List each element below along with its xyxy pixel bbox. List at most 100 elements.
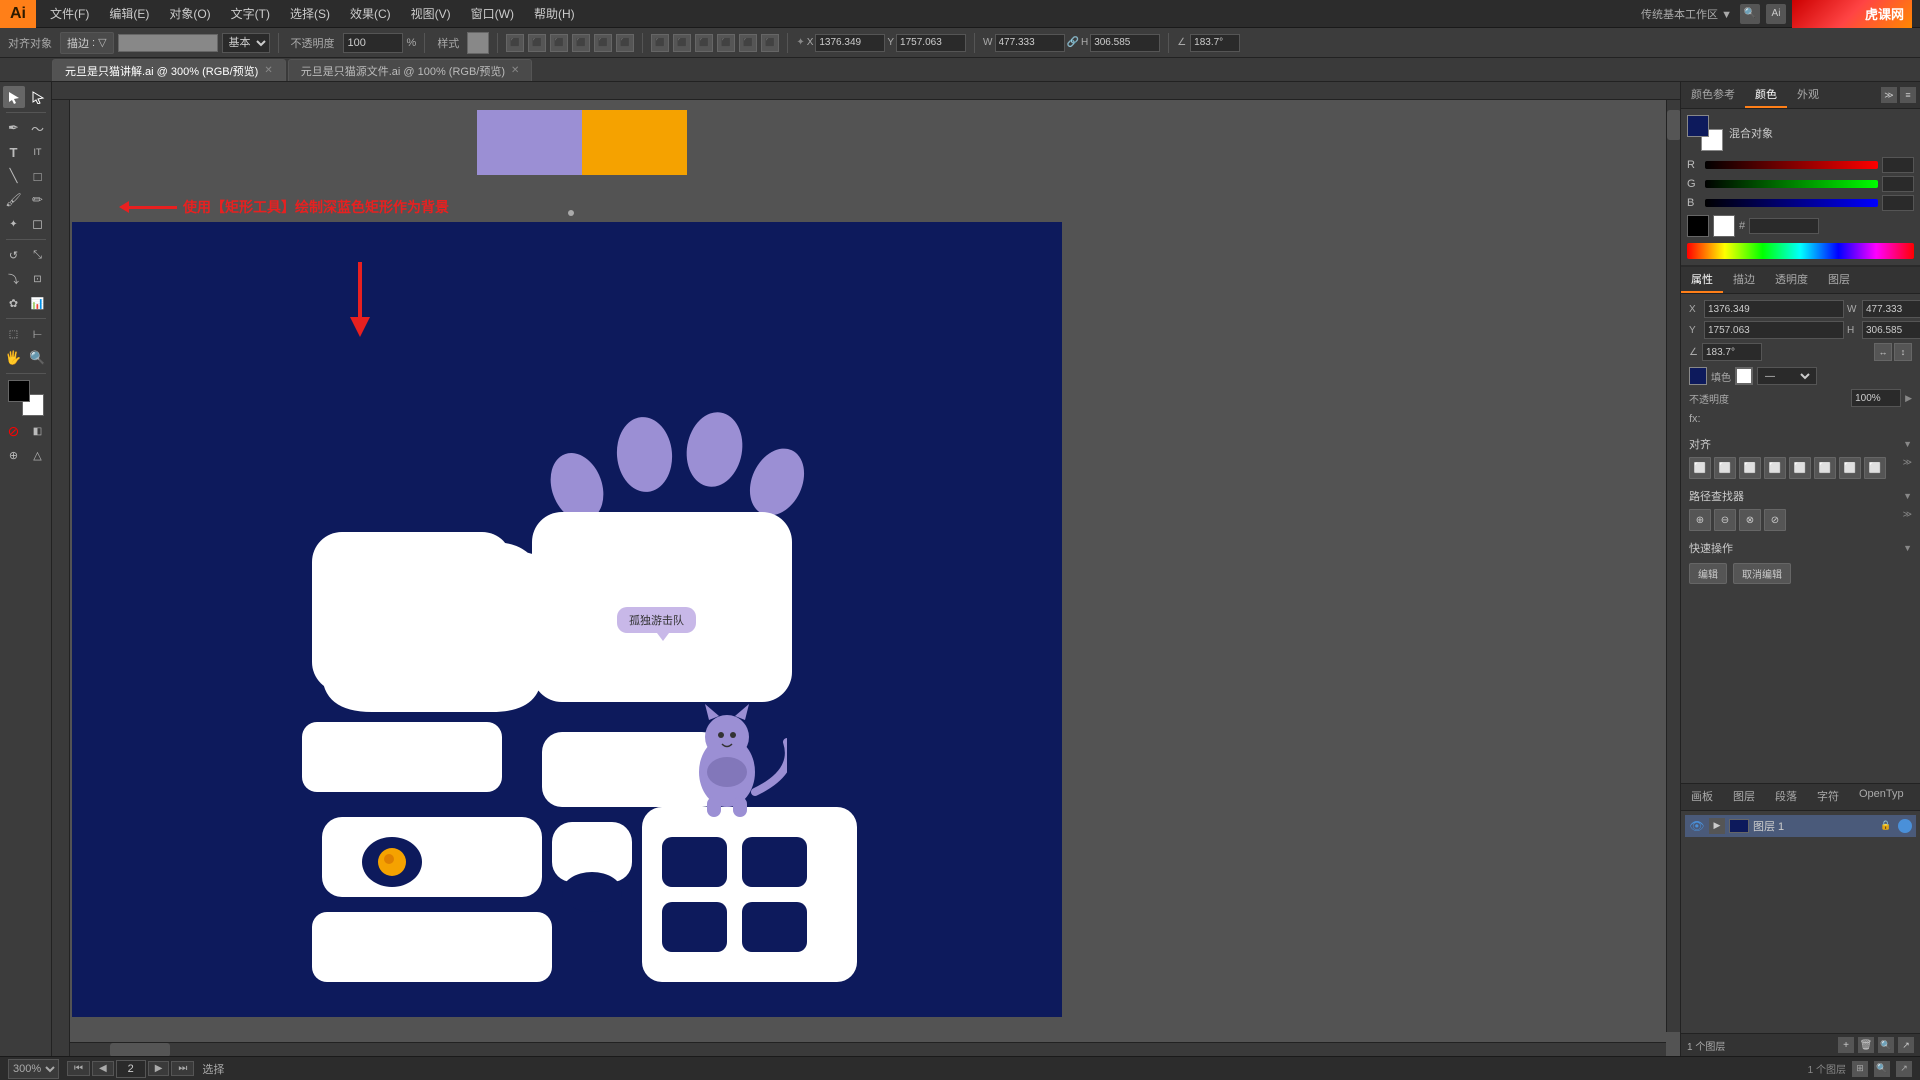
align-btn-12[interactable]: ⬛ (761, 34, 779, 52)
line-tool[interactable]: ╲ (3, 165, 25, 187)
align-left-btn[interactable]: ⬜ (1689, 457, 1711, 479)
align-center-v-btn[interactable]: ⬜ (1789, 457, 1811, 479)
artboard-tool[interactable]: ⬚ (3, 323, 25, 345)
bottom-tab-opentype[interactable]: OpenTyp (1849, 784, 1914, 810)
curvature-tool[interactable]: 〜 (27, 117, 49, 139)
pf-unite-btn[interactable]: ⊕ (1689, 509, 1711, 531)
h-input[interactable] (1090, 34, 1160, 52)
eraser-tool[interactable]: ◻ (27, 213, 49, 235)
zoom-tool[interactable]: 🔍 (27, 347, 49, 369)
page-last-btn[interactable]: ⏭ (171, 1061, 194, 1076)
hand-tool[interactable]: 🖐 (3, 347, 25, 369)
none-color[interactable]: ⊘ (3, 420, 25, 442)
page-prev-btn[interactable]: ◀ (92, 1061, 114, 1076)
flip-v-btn[interactable]: ↕ (1894, 343, 1912, 361)
free-transform-tool[interactable]: ⊡ (27, 268, 49, 290)
scale-tool[interactable]: ⤡ (27, 244, 49, 266)
pf-exclude-btn[interactable]: ⊘ (1764, 509, 1786, 531)
pencil-tool[interactable]: ✏ (27, 189, 49, 211)
cancel-edit-btn[interactable]: 取消编辑 (1733, 563, 1791, 584)
tab-0[interactable]: 元旦是只猫讲解.ai @ 300% (RGB/预览) ✕ (52, 59, 286, 81)
black-swatch[interactable] (1687, 215, 1709, 237)
tab-0-close[interactable]: ✕ (264, 65, 272, 76)
shaper-tool[interactable]: ✦ (3, 213, 25, 235)
touch-type-tool[interactable]: IT (27, 141, 49, 163)
w-prop-input[interactable] (1862, 300, 1920, 318)
angle-prop-input[interactable] (1702, 343, 1762, 361)
status-icon-2[interactable]: 🔍 (1874, 1061, 1890, 1077)
pf-minus-btn[interactable]: ⊖ (1714, 509, 1736, 531)
bottom-tab-char[interactable]: 字符 (1807, 784, 1849, 810)
stroke-dropdown[interactable]: 描边 : ▽ (60, 32, 114, 54)
measure-tool[interactable]: △ (27, 444, 49, 466)
angle-input[interactable] (1190, 34, 1240, 52)
tab-1-close[interactable]: ✕ (511, 65, 519, 76)
fill-color-box[interactable] (8, 380, 30, 402)
direct-selection-tool[interactable] (27, 86, 49, 108)
props-tab-layers[interactable]: 图层 (1818, 267, 1860, 293)
align-btn-3[interactable]: ⬛ (550, 34, 568, 52)
panel-expand-btn[interactable]: ≫ (1881, 87, 1897, 103)
x-prop-input[interactable] (1704, 300, 1844, 318)
panel-tab-color[interactable]: 颜色 (1745, 82, 1787, 108)
menu-select[interactable]: 选择(S) (280, 2, 340, 25)
x-input[interactable] (815, 34, 885, 52)
props-tab-attr[interactable]: 属性 (1681, 267, 1723, 293)
menu-file[interactable]: 文件(F) (40, 2, 99, 25)
align-top-btn[interactable]: ⬜ (1764, 457, 1786, 479)
menu-text[interactable]: 文字(T) (221, 2, 280, 25)
color-mode[interactable]: ◧ (27, 420, 49, 442)
g-slider[interactable] (1705, 180, 1878, 188)
color-spectrum[interactable] (1687, 243, 1914, 259)
y-prop-input[interactable] (1704, 321, 1844, 339)
layer-arrow-btn[interactable]: ↗ (1898, 1037, 1914, 1053)
panel-tab-appearance[interactable]: 外观 (1787, 82, 1829, 108)
align-btn-4[interactable]: ⬛ (572, 34, 590, 52)
quick-actions-header[interactable]: 快速操作 ▼ (1689, 537, 1912, 559)
w-input[interactable] (995, 34, 1065, 52)
scrollbar-vertical[interactable] (1666, 100, 1680, 1032)
menu-object[interactable]: 对象(O) (159, 2, 220, 25)
fill-color-prop[interactable] (1689, 367, 1707, 385)
preset-select[interactable]: 基本 (222, 33, 270, 53)
graph-tool[interactable]: 📊 (27, 292, 49, 314)
distribute-h-btn[interactable]: ⬜ (1839, 457, 1861, 479)
hex-input[interactable] (1749, 218, 1819, 234)
scrollbar-horizontal[interactable] (70, 1042, 1666, 1056)
scrollbar-thumb-v[interactable] (1667, 110, 1680, 140)
warp-tool[interactable]: ⤵ (3, 268, 25, 290)
adobe-icon[interactable]: Ai (1766, 4, 1786, 24)
search-icon[interactable]: 🔍 (1740, 4, 1760, 24)
menu-help[interactable]: 帮助(H) (524, 2, 585, 25)
h-prop-input[interactable] (1862, 321, 1920, 339)
menu-effect[interactable]: 效果(C) (340, 2, 401, 25)
r-slider[interactable] (1705, 161, 1878, 169)
bottom-tab-layers[interactable]: 图层 (1723, 784, 1765, 810)
canvas-area[interactable]: // ruler ticks - static SVG (52, 82, 1680, 1056)
selection-tool[interactable] (3, 86, 25, 108)
b-input[interactable] (1882, 195, 1914, 211)
b-slider[interactable] (1705, 199, 1878, 207)
page-input[interactable] (116, 1060, 146, 1078)
rotate-tool[interactable]: ↺ (3, 244, 25, 266)
layer-add-btn[interactable]: + (1838, 1037, 1854, 1053)
align-btn-5[interactable]: ⬛ (594, 34, 612, 52)
pathfinder-section-header[interactable]: 路径查找器 ▼ (1689, 485, 1912, 507)
scrollbar-thumb-h[interactable] (110, 1043, 170, 1056)
menu-view[interactable]: 视图(V) (401, 2, 461, 25)
props-tab-opacity[interactable]: 透明度 (1765, 267, 1818, 293)
layer-delete-btn[interactable]: 🗑 (1858, 1037, 1874, 1053)
opacity-expand[interactable]: ▶ (1905, 393, 1912, 404)
status-icon-3[interactable]: ↗ (1896, 1061, 1912, 1077)
align-btn-8[interactable]: ⬛ (673, 34, 691, 52)
stroke-select[interactable]: — (1761, 370, 1813, 383)
g-input[interactable] (1882, 176, 1914, 192)
y-input[interactable] (896, 34, 966, 52)
bottom-tab-para[interactable]: 段落 (1765, 784, 1807, 810)
stroke-color-prop[interactable] (1735, 367, 1753, 385)
fill-thumb[interactable] (1687, 115, 1709, 137)
align-btn-7[interactable]: ⬛ (651, 34, 669, 52)
align-btn-9[interactable]: ⬛ (695, 34, 713, 52)
pf-more[interactable]: ≫ (1903, 509, 1912, 531)
edit-btn[interactable]: 编辑 (1689, 563, 1727, 584)
